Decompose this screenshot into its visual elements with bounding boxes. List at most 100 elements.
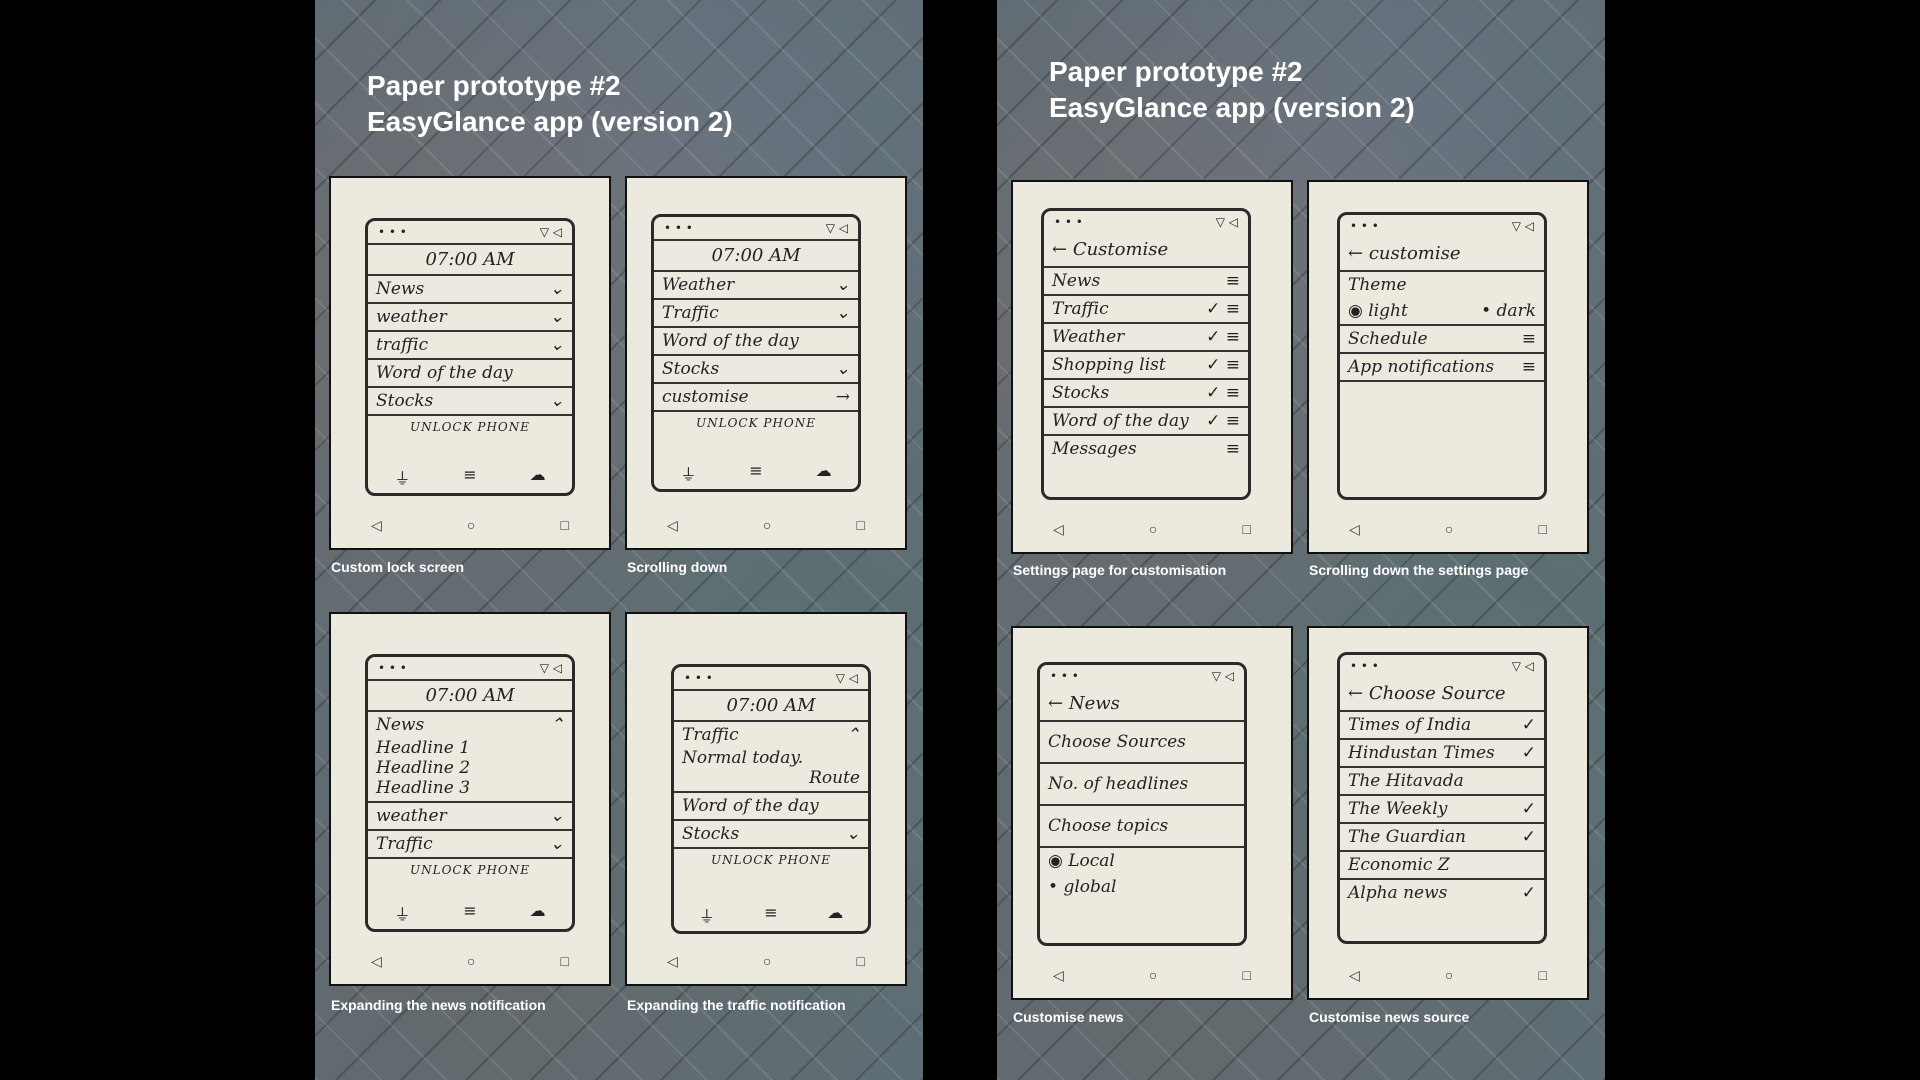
- lock-widget-stocks[interactable]: Stocks ⌄: [368, 388, 572, 416]
- lock-widget-stocks[interactable]: Stocks ⌄: [674, 821, 868, 849]
- setting-word-of-the-day[interactable]: Word of the day ✓ ≡: [1044, 408, 1248, 436]
- android-nav: ◁ ○ □: [371, 953, 569, 970]
- menu-icon: ≡: [764, 903, 778, 922]
- source-item[interactable]: The Weekly ✓: [1340, 796, 1544, 824]
- home-icon: ○: [1444, 967, 1454, 983]
- cloud-icon: ☁: [529, 465, 546, 484]
- lock-widget-news[interactable]: News ⌄: [368, 276, 572, 304]
- prototype-card-settings-scroll: • • • ▽ ◁ ← customise Theme ◉ light • dark…: [1307, 180, 1589, 554]
- android-nav: ◁ ○ □: [1053, 521, 1251, 538]
- theme-dark-radio[interactable]: dark: [1497, 301, 1536, 321]
- phone-sketch: • • • ▽ ◁ 07:00 AM News ⌄ weather ⌄ traffic…: [365, 218, 575, 496]
- setting-weather[interactable]: Weather ✓ ≡: [1044, 324, 1248, 352]
- lock-widget-word[interactable]: Word of the day: [674, 793, 868, 821]
- source-item[interactable]: The Hitavada: [1340, 768, 1544, 796]
- headline-count-item[interactable]: No. of headlines: [1040, 764, 1244, 806]
- choose-sources-item[interactable]: Choose Sources: [1040, 722, 1244, 764]
- global-radio[interactable]: • global: [1040, 874, 1244, 900]
- recents-icon: □: [1242, 521, 1251, 537]
- headline-3: Headline 3: [368, 778, 572, 803]
- lock-widget-stocks[interactable]: Stocks ⌄: [654, 356, 858, 384]
- lock-dock: ⏚ ≡ ☁: [674, 903, 868, 927]
- lock-widget-weather[interactable]: Weather ⌄: [654, 272, 858, 300]
- setting-news[interactable]: News ≡: [1044, 268, 1248, 296]
- home-icon: ○: [1148, 967, 1158, 983]
- setting-shopping-list[interactable]: Shopping list ✓ ≡: [1044, 352, 1248, 380]
- clock: 07:00 AM: [674, 689, 868, 722]
- prototype-card-expanding-traffic: • • • ▽ ◁ 07:00 AM Traffic ⌃ Normal today.…: [625, 612, 907, 986]
- setting-app-notifications[interactable]: App notifications ≡: [1340, 354, 1544, 382]
- setting-schedule[interactable]: Schedule ≡: [1340, 326, 1544, 354]
- status-bar: • • • ▽ ◁: [378, 225, 562, 239]
- prototype-card-scrolling-down: • • • ▽ ◁ 07:00 AM Weather ⌄ Traffic ⌄ Word…: [625, 176, 907, 550]
- back-icon: ◁: [371, 953, 382, 969]
- recents-icon: □: [1538, 521, 1547, 537]
- unlock-phone-label[interactable]: UNLOCK PHONE: [368, 859, 572, 877]
- unlock-phone-label[interactable]: UNLOCK PHONE: [674, 849, 868, 867]
- setting-stocks[interactable]: Stocks ✓ ≡: [1044, 380, 1248, 408]
- lock-widget-traffic-expanded[interactable]: Traffic ⌃: [674, 722, 868, 748]
- status-bar: • • • ▽ ◁: [664, 221, 848, 235]
- news-header[interactable]: ← News: [1040, 687, 1244, 722]
- lock-widget-weather[interactable]: weather ⌄: [368, 803, 572, 831]
- unlock-phone-label[interactable]: UNLOCK PHONE: [654, 412, 858, 430]
- lock-widget-weather[interactable]: weather ⌄: [368, 304, 572, 332]
- clock: 07:00 AM: [368, 243, 572, 276]
- menu-icon: ≡: [463, 465, 477, 484]
- menu-icon: ≡: [463, 901, 477, 920]
- back-icon: ◁: [1349, 967, 1360, 983]
- setting-messages[interactable]: Messages ≡: [1044, 436, 1248, 462]
- home-icon: ○: [1444, 521, 1454, 537]
- slide-title: Paper prototype #2 EasyGlance app (versi…: [367, 70, 733, 137]
- lock-widget-customise[interactable]: customise →: [654, 384, 858, 412]
- recents-icon: □: [560, 517, 569, 533]
- source-header[interactable]: ← Choose Source: [1340, 677, 1544, 712]
- slide-right: Paper prototype #2 EasyGlance app (versi…: [997, 0, 1605, 1080]
- route-button[interactable]: Route: [674, 768, 868, 793]
- lock-widget-traffic[interactable]: traffic ⌄: [368, 332, 572, 360]
- prototype-card-customise-news-source: • • • ▽ ◁ ← Choose Source Times of India ✓…: [1307, 626, 1589, 1000]
- lock-dock: ⏚ ≡ ☁: [368, 901, 572, 925]
- home-icon: ○: [466, 517, 476, 533]
- theme-light-radio[interactable]: light: [1368, 301, 1408, 321]
- traffic-status: Normal today.: [682, 748, 804, 768]
- phone-sketch: • • • ▽ ◁ ← Customise News ≡ Traffic ✓ ≡ We…: [1041, 208, 1251, 500]
- home-icon: ○: [466, 953, 476, 969]
- lock-widget-traffic[interactable]: Traffic ⌄: [368, 831, 572, 859]
- source-item[interactable]: Hindustan Times ✓: [1340, 740, 1544, 768]
- back-icon: ◁: [1053, 521, 1064, 537]
- choose-topics-item[interactable]: Choose topics: [1040, 806, 1244, 848]
- android-nav: ◁ ○ □: [1349, 967, 1547, 984]
- local-radio[interactable]: ◉ Local: [1040, 848, 1244, 874]
- prototype-card-settings-page: • • • ▽ ◁ ← Customise News ≡ Traffic ✓ ≡ We…: [1011, 180, 1293, 554]
- lock-widget-word[interactable]: Word of the day: [368, 360, 572, 388]
- source-item[interactable]: The Guardian ✓: [1340, 824, 1544, 852]
- lock-widget-traffic[interactable]: Traffic ⌄: [654, 300, 858, 328]
- source-item[interactable]: Times of India ✓: [1340, 712, 1544, 740]
- caption: Expanding the traffic notification: [627, 997, 846, 1013]
- settings-header[interactable]: ← Customise: [1044, 233, 1248, 268]
- back-icon: ◁: [667, 953, 678, 969]
- unlock-phone-label[interactable]: UNLOCK PHONE: [368, 416, 572, 434]
- caption: Custom lock screen: [331, 559, 465, 575]
- prototype-card-expanding-news: • • • ▽ ◁ 07:00 AM News ⌃ Headline 1 Headl…: [329, 612, 611, 986]
- lock-widget-news-expanded[interactable]: News ⌃: [368, 712, 572, 738]
- source-item[interactable]: Alpha news ✓: [1340, 880, 1544, 906]
- caption: Expanding the news notification: [331, 997, 546, 1013]
- lock-widget-word[interactable]: Word of the day: [654, 328, 858, 356]
- slide-left: Paper prototype #2 EasyGlance app (versi…: [315, 0, 923, 1080]
- settings-header[interactable]: ← customise: [1340, 237, 1544, 272]
- theme-options[interactable]: ◉ light • dark: [1340, 298, 1544, 326]
- lock-dock: ⏚ ≡ ☁: [654, 461, 858, 485]
- android-nav: ◁ ○ □: [1349, 521, 1547, 538]
- source-item[interactable]: Economic Z: [1340, 852, 1544, 880]
- lock-dock: ⏚ ≡ ☁: [368, 465, 572, 489]
- recents-icon: □: [1538, 967, 1547, 983]
- status-bar: • • • ▽ ◁: [378, 661, 562, 675]
- mic-icon: ⏚: [680, 465, 697, 484]
- setting-traffic[interactable]: Traffic ✓ ≡: [1044, 296, 1248, 324]
- mic-icon: ⏚: [394, 469, 411, 488]
- home-icon: ○: [762, 517, 772, 533]
- phone-sketch: • • • ▽ ◁ 07:00 AM Traffic ⌃ Normal today.…: [671, 664, 871, 934]
- status-bar: • • • ▽ ◁: [1054, 215, 1238, 229]
